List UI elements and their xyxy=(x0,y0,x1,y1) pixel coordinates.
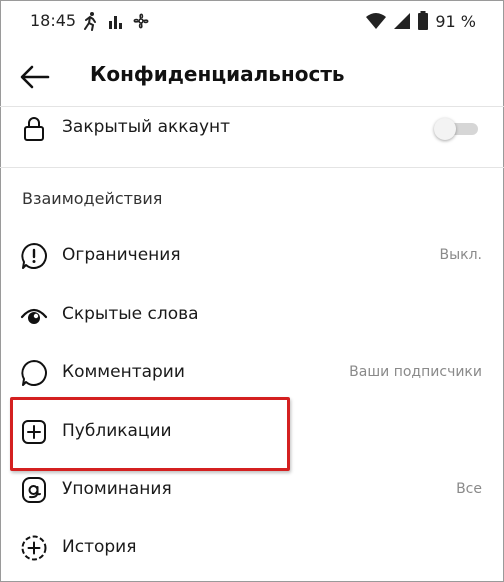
page-title: Конфиденциальность xyxy=(90,62,345,86)
divider xyxy=(0,167,504,168)
add-story-icon xyxy=(21,535,47,561)
menu-item-posts[interactable]: Публикации xyxy=(0,408,504,456)
menu-item-label: Публикации xyxy=(62,421,172,441)
private-account-row[interactable]: Закрытый аккаунт xyxy=(0,104,504,152)
app-bar: Конфиденциальность xyxy=(0,50,504,106)
signal-bars-icon xyxy=(109,16,122,29)
battery-icon xyxy=(418,11,429,30)
comment-bubble-icon xyxy=(21,360,47,386)
eye-icon xyxy=(20,308,48,324)
private-account-toggle[interactable] xyxy=(434,118,478,140)
menu-item-hidden-words[interactable]: Скрытые слова xyxy=(0,291,504,339)
section-title-interactions: Взаимодействия xyxy=(22,189,163,208)
running-icon xyxy=(84,12,96,31)
menu-item-label: Комментарии xyxy=(62,362,185,382)
menu-item-mentions[interactable]: Упоминания Все xyxy=(0,466,504,514)
menu-item-story[interactable]: История xyxy=(0,524,504,572)
status-time: 18:45 xyxy=(30,11,77,30)
back-button[interactable] xyxy=(18,62,54,92)
arrow-back-icon xyxy=(20,65,50,89)
menu-item-comments[interactable]: Комментарии Ваши подписчики xyxy=(0,349,504,397)
toggle-thumb xyxy=(434,118,456,140)
cell-signal-icon xyxy=(394,13,411,29)
at-sign-icon xyxy=(22,477,46,503)
menu-item-value: Ваши подписчики xyxy=(349,364,482,380)
lock-icon xyxy=(24,117,44,141)
add-post-icon xyxy=(22,420,46,444)
wifi-icon xyxy=(366,13,387,29)
menu-item-value: Все xyxy=(456,481,482,497)
menu-item-label: История xyxy=(62,537,137,557)
menu-item-restrictions[interactable]: Ограничения Выкл. xyxy=(0,232,504,280)
status-bar: 18:45 91 % xyxy=(0,0,504,44)
menu-item-label: Скрытые слова xyxy=(62,304,199,324)
alert-speech-bubble-icon xyxy=(21,243,47,269)
menu-item-label: Ограничения xyxy=(62,245,181,265)
private-account-label: Закрытый аккаунт xyxy=(62,117,231,137)
menu-item-value: Выкл. xyxy=(439,247,482,263)
fan-icon xyxy=(133,13,149,29)
menu-item-label: Упоминания xyxy=(62,479,172,499)
battery-percent: 91 % xyxy=(435,11,476,31)
